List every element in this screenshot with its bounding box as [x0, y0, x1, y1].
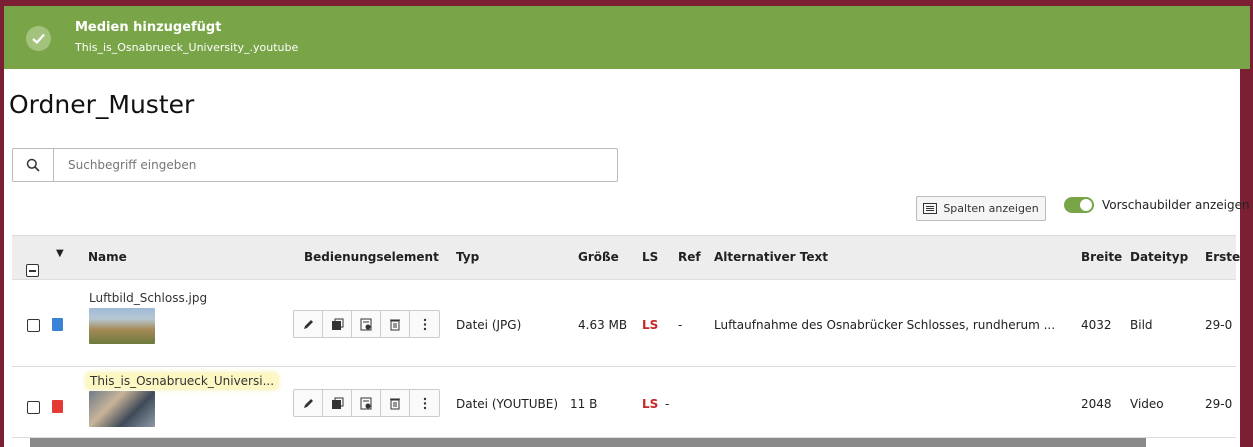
search-box — [12, 148, 618, 182]
columns-icon — [923, 203, 938, 214]
created-date: 29-0 — [1205, 397, 1233, 411]
col-ls[interactable]: LS — [642, 250, 658, 264]
file-kind: Bild — [1130, 318, 1153, 332]
row-actions — [293, 389, 440, 417]
col-size[interactable]: Größe — [578, 250, 619, 264]
col-control: Bedienungselement — [304, 250, 439, 264]
table-row[interactable]: Luftbild_Schloss.jpg Datei (JPG) 4.63 MB… — [12, 280, 1236, 367]
ls-badge[interactable]: LS — [642, 397, 658, 411]
notification-message: This_is_Osnabrueck_University_.youtube — [75, 41, 299, 54]
file-size: 4.63 MB — [578, 318, 628, 332]
file-thumbnail[interactable] — [89, 308, 155, 344]
col-ref[interactable]: Ref — [678, 250, 701, 264]
col-name[interactable]: Name — [88, 250, 127, 264]
table-header: ▼ Name Bedienungselement Typ Größe LS Re… — [12, 235, 1240, 280]
trash-icon[interactable] — [381, 390, 410, 416]
created-date: 29-0 — [1205, 318, 1233, 332]
show-columns-label: Spalten anzeigen — [943, 202, 1039, 215]
video-file-icon — [52, 400, 63, 413]
file-thumbnail[interactable] — [89, 391, 155, 427]
more-options-icon[interactable] — [410, 390, 439, 416]
replace-icon[interactable] — [352, 390, 381, 416]
trash-icon[interactable] — [381, 311, 410, 337]
horizontal-scrollbar[interactable] — [30, 438, 1146, 447]
file-kind: Video — [1130, 397, 1164, 411]
alt-text: Luftaufnahme des Osnabrücker Schlosses, … — [714, 318, 1056, 332]
row-actions — [293, 310, 440, 338]
thumbnails-toggle[interactable] — [1064, 197, 1094, 213]
page-title: Ordner_Muster — [9, 90, 195, 119]
col-alt[interactable]: Alternativer Text — [714, 250, 828, 264]
ref-count: - — [665, 397, 670, 411]
ls-badge[interactable]: LS — [642, 318, 658, 332]
col-width[interactable]: Breite — [1081, 250, 1122, 264]
more-options-icon[interactable] — [410, 311, 439, 337]
table-row[interactable]: This_is_Osnabrueck_Universi... Datei (YO… — [12, 367, 1236, 438]
image-file-icon — [52, 318, 63, 331]
notification-title: Medien hinzugefügt — [75, 20, 222, 35]
metadata-icon[interactable] — [323, 311, 352, 337]
search-icon[interactable] — [13, 149, 54, 181]
edit-icon[interactable] — [294, 311, 323, 337]
col-type[interactable]: Typ — [456, 250, 479, 264]
show-columns-button[interactable]: Spalten anzeigen — [916, 196, 1046, 221]
file-size: 11 B — [570, 397, 598, 411]
check-icon — [26, 26, 51, 51]
col-filetype[interactable]: Dateityp — [1130, 250, 1188, 264]
edit-icon[interactable] — [294, 390, 323, 416]
file-name[interactable]: This_is_Osnabrueck_Universi... — [86, 373, 279, 389]
image-width: 4032 — [1081, 318, 1112, 332]
file-type: Datei (YOUTUBE) — [456, 397, 559, 411]
chevron-down-icon[interactable]: ▼ — [56, 248, 64, 259]
row-checkbox[interactable] — [27, 319, 40, 332]
col-created[interactable]: Erste — [1205, 250, 1240, 264]
replace-icon[interactable] — [352, 311, 381, 337]
file-name[interactable]: Luftbild_Schloss.jpg — [89, 291, 207, 305]
video-width: 2048 — [1081, 397, 1112, 411]
select-all-checkbox[interactable] — [26, 250, 39, 277]
row-checkbox[interactable] — [27, 401, 40, 414]
thumbnails-toggle-label[interactable]: Vorschaubilder anzeigen — [1102, 198, 1250, 212]
thumbnails-toggle-group: Vorschaubilder anzeigen — [1064, 197, 1250, 213]
search-input[interactable] — [54, 158, 594, 172]
notification-banner: Medien hinzugefügt This_is_Osnabrueck_Un… — [4, 6, 1250, 69]
ref-count: - — [678, 318, 683, 332]
file-type: Datei (JPG) — [456, 318, 522, 332]
metadata-icon[interactable] — [323, 390, 352, 416]
